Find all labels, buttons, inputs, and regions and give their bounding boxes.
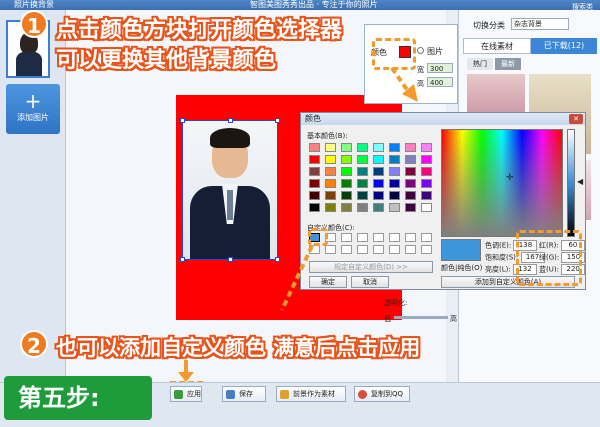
- close-icon[interactable]: ✕: [569, 114, 583, 124]
- resize-handle[interactable]: [180, 118, 185, 123]
- plus-icon: +: [24, 89, 42, 113]
- preview-label: 颜色|纯色(O): [441, 264, 483, 272]
- apply-button[interactable]: 应用: [170, 386, 202, 402]
- category-select[interactable]: 杂志背景: [511, 18, 569, 30]
- opacity-slider[interactable]: [394, 316, 448, 319]
- star-icon: [280, 390, 289, 399]
- add-image-label: 添加图片: [17, 113, 49, 122]
- resize-handle[interactable]: [180, 257, 185, 262]
- step1-line2: 可以更换其他背景颜色: [56, 48, 277, 73]
- copy-qq-button[interactable]: 复制到QQ: [354, 386, 410, 402]
- save-material-button[interactable]: 前景作为素材: [276, 386, 346, 402]
- save-button[interactable]: 保存: [222, 386, 266, 402]
- opacity-low: 低: [384, 315, 391, 323]
- crosshair-icon: ✛: [506, 173, 514, 183]
- step1-number: 1: [20, 10, 48, 38]
- tab-downloaded[interactable]: 已下载(12): [531, 38, 597, 54]
- slider-arrow-icon[interactable]: ◀: [577, 177, 583, 186]
- highlight-values: [516, 230, 582, 286]
- resize-handle[interactable]: [228, 118, 233, 123]
- down-arrow-icon: [178, 360, 194, 382]
- color-preview: [441, 239, 481, 261]
- step2-number: 2: [20, 330, 48, 358]
- add-image-button[interactable]: + 添加图片: [6, 84, 60, 134]
- subtab-new[interactable]: 最新: [495, 58, 521, 70]
- save-icon: [226, 390, 235, 399]
- image-radio[interactable]: [417, 47, 424, 54]
- qq-icon: [358, 390, 367, 399]
- title-bar: 照片换背景 智图美图秀秀出品 · 专注于你的照片: [0, 0, 600, 10]
- tab-online[interactable]: 在线素材: [463, 38, 531, 54]
- window-title: 照片换背景: [14, 0, 54, 9]
- opacity-high: 高: [450, 315, 457, 323]
- opacity-label: 透明化:: [384, 299, 408, 307]
- step2-text: 也可以添加自定义颜色 满意后点击应用: [56, 336, 421, 360]
- category-label: 切换分类: [473, 21, 505, 30]
- image-radio-label: 图片: [427, 47, 443, 56]
- color-spectrum[interactable]: ✛: [441, 129, 563, 237]
- luminance-slider[interactable]: [567, 129, 575, 237]
- subtab-hot[interactable]: 热门: [467, 58, 493, 70]
- window-banner: 智图美图秀秀出品 · 专注于你的照片: [250, 0, 378, 9]
- step-badge: 第五步:: [4, 376, 152, 420]
- resize-handle[interactable]: [228, 257, 233, 262]
- arrows-overlay: [280, 66, 418, 311]
- apply-icon: [174, 390, 183, 399]
- step1-line1: 点击颜色方块打开颜色选择器: [56, 18, 343, 43]
- search-link[interactable]: 搜索类: [572, 2, 593, 12]
